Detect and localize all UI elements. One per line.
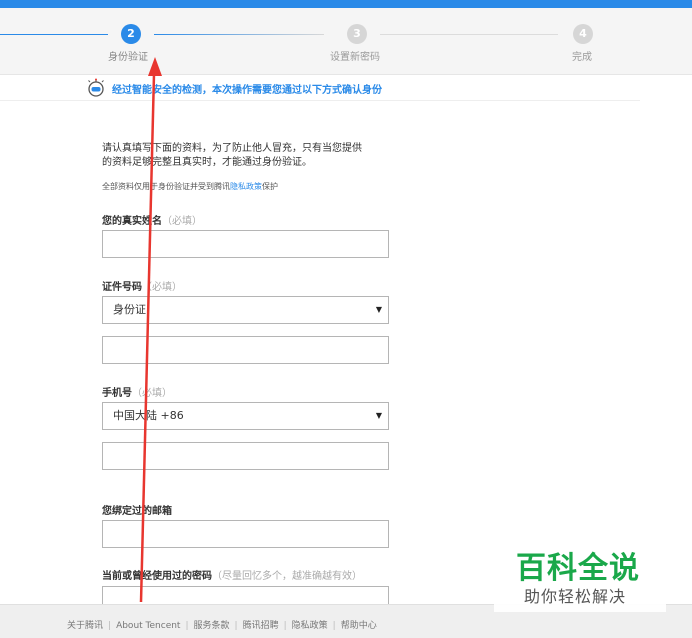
top-accent-bar [0,0,692,8]
footer-link-about-en[interactable]: About Tencent [116,621,180,631]
footer-link-help[interactable]: 帮助中心 [341,621,377,631]
phone-required-hint: （必填） [132,388,172,399]
real-name-input[interactable] [102,230,389,258]
step-3-label: 设置新密码 [330,52,380,63]
phone-region-select[interactable]: 中国大陆 +86 ▼ [102,402,389,430]
step-4-number: 4 [573,24,593,44]
step-2-label: 身份验证 [108,52,148,63]
step-connector [154,34,324,35]
step-4-label: 完成 [572,52,592,63]
footer-link-about[interactable]: 关于腾讯 [67,621,103,631]
security-robot-icon [88,78,104,97]
footer-link-terms[interactable]: 服务条款 [194,621,230,631]
password-hint: （尽量回忆多个，越准确越有效） [212,571,362,582]
phone-region-value: 中国大陆 +86 [113,409,184,422]
chevron-down-icon: ▼ [375,305,382,314]
footer-link-careers[interactable]: 腾讯招聘 [243,621,279,631]
step-3-number: 3 [347,24,367,44]
notice-divider [0,100,640,101]
watermark-subtitle: 助你轻松解决 [524,587,627,606]
phone-label: 手机号（必填） [102,388,172,399]
id-type-select[interactable]: 身份证 ▼ [102,296,389,324]
privacy-suffix: 保护 [262,182,278,191]
privacy-note: 全部资料仅用于身份验证并受到腾讯隐私政策保护 [102,181,278,192]
security-notice: 经过智能安全的检测，本次操作需要您通过以下方式确认身份 [112,85,382,96]
step-connector [380,34,558,35]
intro-text: 请认真填写下面的资料，为了防止他人冒充，只有当您提供 的资料足够完整且真实时，才… [102,142,402,170]
password-label: 当前或曾经使用过的密码（尽量回忆多个，越准确越有效） [102,571,362,582]
step-2-number: 2 [121,24,141,44]
name-required-hint: （必填） [162,216,202,227]
id-required-hint: （必填） [142,282,182,293]
step-connector [0,34,108,35]
footer-links: 关于腾讯 | About Tencent | 服务条款 | 腾讯招聘 | 隐私政策 | 帮助中心 [67,621,377,631]
footer-link-privacy[interactable]: 隐私政策 [292,621,328,631]
id-number-input[interactable] [102,336,389,364]
email-label: 您绑定过的邮箱 [102,506,172,517]
name-label: 您的真实姓名（必填） [102,216,202,227]
phone-number-input[interactable] [102,442,389,470]
intro-line-2: 的资料足够完整且真实时，才能通过身份验证。 [102,157,312,168]
intro-line-1: 请认真填写下面的资料，为了防止他人冒充，只有当您提供 [102,143,362,154]
id-number-label: 证件号码（必填） [102,282,182,293]
privacy-policy-link[interactable]: 隐私政策 [230,182,262,191]
chevron-down-icon: ▼ [375,411,382,420]
watermark-title: 百科全说 [516,551,640,586]
id-type-value: 身份证 [113,303,146,316]
email-input[interactable] [102,520,389,548]
privacy-prefix: 全部资料仅用于身份验证并受到腾讯 [102,182,230,191]
